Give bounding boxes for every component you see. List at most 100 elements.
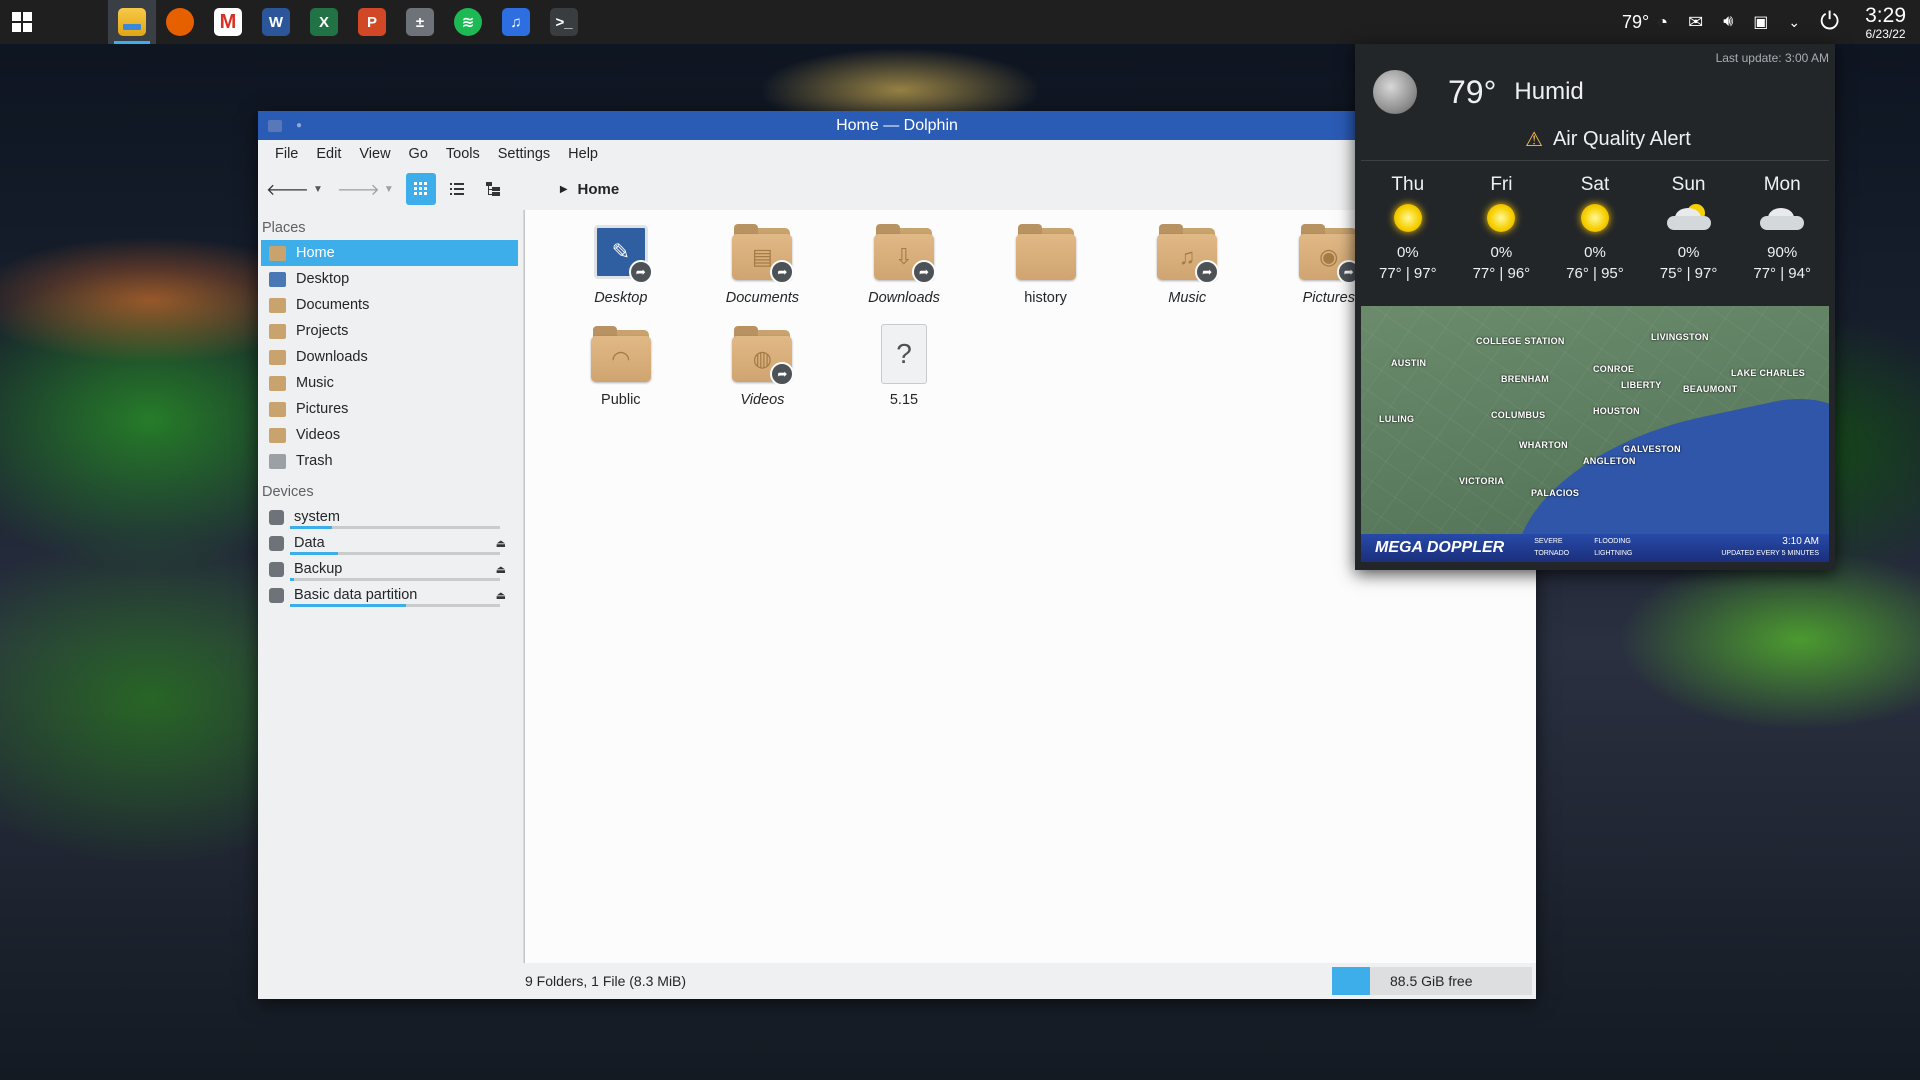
eject-icon[interactable]: ⏏ [496,589,506,602]
volume-icon: 🔊︎ [1723,13,1734,30]
radar-city-label: LIBERTY [1621,380,1662,390]
place-music[interactable]: Music [261,370,518,396]
menu-settings[interactable]: Settings [489,140,559,168]
clock[interactable]: 3:29 6/23/22 [1849,5,1920,40]
menu-tools[interactable]: Tools [437,140,489,168]
place-documents[interactable]: Documents [261,292,518,318]
taskbar-app-gmail[interactable]: M [204,0,252,44]
chevron-right-icon: ▶ [559,183,568,195]
device-data[interactable]: Data ⏏ [261,530,518,556]
weather-alert[interactable]: ⚠ Air Quality Alert [1525,127,1691,152]
file-item-videos[interactable]: ◍ ➦ Videos [692,324,834,408]
tray-expand[interactable]: ⌄ [1778,0,1810,44]
place-projects[interactable]: Projects [261,318,518,344]
forward-button[interactable]: 🡒 [337,173,380,205]
menu-go[interactable]: Go [400,140,437,168]
file-label: Videos [740,392,785,408]
menu-help[interactable]: Help [559,140,607,168]
chevron-down-icon: ▼ [383,183,394,195]
taskbar-app-music[interactable]: ♫ [492,0,540,44]
legend-tornado: TORNADO [1534,550,1570,557]
taskbar-app-excel[interactable]: X [300,0,348,44]
calculator-icon: ± [406,8,434,36]
list-view-icon [449,183,464,195]
forward-history-button[interactable]: ▼ [382,173,396,205]
downloads-folder-icon [269,349,286,365]
taskbar-app-powerpoint[interactable]: P [348,0,396,44]
menubar: File Edit View Go Tools Settings Help [258,140,1536,168]
menu-file[interactable]: File [266,140,307,168]
place-home[interactable]: Home [261,240,518,266]
radar-city-label: AUSTIN [1391,358,1427,368]
forecast-precip: 0% [1396,244,1419,261]
device-backup[interactable]: Backup ⏏ [261,556,518,582]
forecast: Thu 0% 77° | 97° Fri 0% 77° | 96° Sat 0% 76° | 9… [1361,174,1829,282]
taskbar-app-spotify[interactable]: ≋ [444,0,492,44]
history-folder-icon [1015,222,1076,282]
taskbar-app-terminal[interactable]: >_ [540,0,588,44]
link-icon: ➦ [911,260,936,284]
weather-tray[interactable]: 79° ◔ [1612,0,1678,44]
forecast-mon: Mon 90% 77° | 94° [1735,174,1829,282]
mail-tray[interactable]: ✉ [1678,0,1713,44]
file-item-public[interactable]: ◠ Public [550,324,692,408]
radar-city-label: COLUMBUS [1491,410,1546,420]
current-temp: 79° [1448,73,1497,110]
radar-city-label: LIVINGSTON [1651,332,1709,342]
pin-icon[interactable]: ● [296,120,302,131]
menu-edit[interactable]: Edit [307,140,350,168]
file-item-history[interactable]: history [975,222,1117,306]
window-titlebar[interactable]: ● Home — Dolphin [258,111,1536,140]
trash-folder-icon [269,453,286,469]
taskbar-app-word[interactable]: W [252,0,300,44]
music-folder-icon [269,375,286,391]
eject-icon[interactable]: ⏏ [496,537,506,550]
forecast-day: Mon [1763,174,1801,195]
power-button[interactable]: ⏻ [1810,0,1849,44]
places-panel: Places Home Desktop Documents Projects Downl… [258,210,524,963]
start-button[interactable] [0,0,44,44]
excel-icon: X [310,8,338,36]
radar-legend: SEVERE FLOODING TORNADO LIGHTNING [1534,536,1664,560]
volume-tray[interactable]: 🔊︎ [1713,0,1743,44]
place-videos[interactable]: Videos [261,422,518,448]
forecast-fri: Fri 0% 77° | 96° [1455,174,1549,282]
taskbar-app-calculator[interactable]: ± [396,0,444,44]
radar-map[interactable]: COLLEGE STATION LIVINGSTON AUSTIN BRENHAM CO… [1361,306,1829,562]
desktop-folder-icon [269,271,286,287]
powerpoint-icon: P [358,8,386,36]
file-item-music[interactable]: ♫ ➦ Music [1116,222,1258,306]
place-downloads[interactable]: Downloads [261,344,518,370]
display-tray[interactable]: ▣ [1743,0,1778,44]
taskbar-app-file-manager[interactable] [108,0,156,44]
breadcrumb: ▶ Home [560,181,619,198]
radar-city-label: PALACIOS [1531,488,1580,498]
radar-city-label: COLLEGE STATION [1476,336,1565,346]
back-history-button[interactable]: ▼ [311,173,325,205]
place-label: Downloads [296,349,368,365]
forecast-hilo: 77° | 96° [1472,265,1531,282]
link-icon: ➦ [770,362,795,386]
icons-view-button[interactable] [405,173,436,205]
taskbar-app-firefox[interactable] [156,0,204,44]
breadcrumb-home[interactable]: Home [578,181,620,198]
device-basic-data-partition[interactable]: Basic data partition ⏏ [261,582,518,608]
file-item-5-15[interactable]: ? 5.15 [833,324,975,408]
device-system[interactable]: system [261,504,518,530]
details-view-button[interactable] [478,173,508,205]
compact-view-button[interactable] [442,173,472,205]
menu-view[interactable]: View [350,140,399,168]
eject-icon[interactable]: ⏏ [496,563,506,576]
forecast-precip: 0% [1584,244,1606,261]
place-desktop[interactable]: Desktop [261,266,518,292]
place-pictures[interactable]: Pictures [261,396,518,422]
file-item-documents[interactable]: ▤ ➦ Documents [692,222,834,306]
window-menu-icon[interactable] [268,119,282,132]
file-item-downloads[interactable]: ⇩ ➦ Downloads [833,222,975,306]
back-button[interactable]: 🡐 [266,173,309,205]
place-trash[interactable]: Trash [261,448,518,474]
file-item-desktop[interactable]: ✎ ➦ Desktop [550,222,692,306]
radar-footer: MEGA DOPPLER SEVERE FLOODING TORNADO LIG… [1361,534,1829,562]
free-space-indicator[interactable]: 88.5 GiB free [1332,967,1532,995]
device-label: Basic data partition [294,587,418,603]
